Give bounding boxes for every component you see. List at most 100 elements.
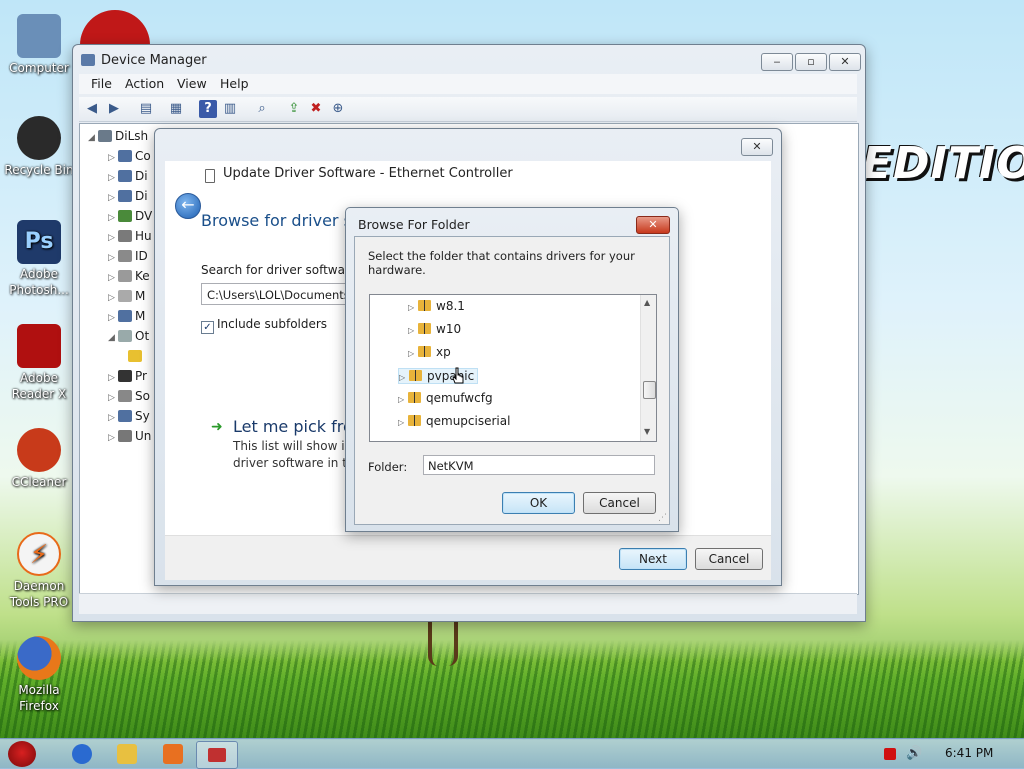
tree-node[interactable]: ▷ M (108, 289, 145, 303)
scroll-down-icon[interactable]: ▼ (644, 427, 650, 436)
menu-action[interactable]: Action (125, 76, 164, 91)
folder-icon (409, 370, 422, 381)
cancel-button[interactable]: Cancel (583, 492, 656, 514)
tree-node[interactable]: ▷ Di (108, 189, 148, 203)
folder-node[interactable]: ▷ w8.1 (408, 299, 465, 313)
expand-arrow-icon[interactable]: ▷ (399, 373, 409, 382)
taskbar: 🔊 6:41 PM (0, 738, 1024, 769)
media-player-icon[interactable] (163, 744, 183, 764)
forward-arrow-icon[interactable]: ▶ (105, 100, 123, 118)
scroll-up-icon[interactable]: ▲ (644, 298, 650, 307)
start-button-icon[interactable] (8, 741, 36, 767)
tree-node[interactable]: ▷ Pr (108, 369, 147, 383)
desktop-icon-photoshop[interactable]: Ps Adobe Photosh... (0, 220, 78, 298)
path-input[interactable]: C:\Users\LOL\Documents (201, 283, 361, 305)
tree-node[interactable]: ▷ Co (108, 149, 151, 163)
desktop-icon-adobe-reader[interactable]: Adobe Reader X (0, 324, 78, 402)
folder-tree[interactable]: ▷ w8.1 ▷ w10 ▷ xp ▷ pvpanic ▷ qemufwcfg ▷ qemu… (369, 294, 657, 442)
expand-arrow-icon[interactable]: ▷ (108, 433, 118, 443)
expand-arrow-icon[interactable]: ▷ (108, 413, 118, 423)
folder-node[interactable]: ▷ w10 (408, 322, 461, 336)
tree-node-label: DV (135, 209, 153, 223)
tree-node[interactable]: ▷ ID (108, 249, 148, 263)
resize-grip-icon[interactable]: ⋰ (658, 513, 667, 523)
tree-node[interactable]: ▷ Di (108, 169, 148, 183)
volume-icon[interactable]: 🔊 (906, 746, 922, 762)
expand-arrow-icon[interactable]: ▷ (408, 326, 418, 335)
green-arrow-icon: ➜ (211, 419, 223, 435)
cancel-button[interactable]: Cancel (695, 548, 763, 570)
menu-help[interactable]: Help (220, 76, 249, 91)
menu-file[interactable]: File (91, 76, 112, 91)
collapse-arrow-icon[interactable]: ◢ (88, 133, 98, 143)
properties-icon[interactable]: ▦ (167, 100, 185, 118)
photoshop-icon: Ps (17, 220, 61, 264)
tree-node-expanded[interactable]: ◢ Ot (108, 329, 149, 343)
expand-arrow-icon[interactable]: ▷ (108, 233, 118, 243)
file-explorer-icon[interactable] (117, 744, 137, 764)
help-icon[interactable]: ? (199, 100, 217, 118)
uninstall-icon[interactable]: ✖ (307, 100, 325, 118)
expand-arrow-icon[interactable]: ▷ (408, 349, 418, 358)
expand-arrow-icon[interactable]: ▷ (108, 273, 118, 283)
tree-node[interactable]: ▷ Hu (108, 229, 152, 243)
expand-arrow-icon[interactable]: ▷ (408, 303, 418, 312)
folder-input[interactable]: NetKVM (423, 455, 655, 475)
collapse-arrow-icon[interactable]: ◢ (108, 333, 118, 343)
desktop-icon-computer[interactable]: Computer (0, 14, 78, 76)
enable-device-icon[interactable]: ⊕ (329, 100, 347, 118)
pick-driver-link[interactable]: Let me pick fro (233, 417, 353, 436)
close-button[interactable]: ✕ (636, 216, 670, 234)
folder-node[interactable]: ▷ qemufwcfg (398, 391, 493, 405)
back-arrow-icon[interactable]: ◀ (83, 100, 101, 118)
scroll-thumb[interactable] (643, 381, 656, 399)
tree-root[interactable]: ◢ DiLsh (88, 129, 148, 143)
internet-explorer-icon[interactable] (72, 744, 92, 764)
tree-node[interactable]: ▷ Sy (108, 409, 150, 423)
tree-node[interactable]: ▷ DV (108, 209, 152, 223)
clock[interactable]: 6:41 PM (945, 746, 994, 760)
show-hide-tree-icon[interactable]: ▤ (137, 100, 155, 118)
folder-node[interactable]: ▷ xp (408, 345, 451, 359)
expand-arrow-icon[interactable]: ▷ (398, 395, 408, 404)
browse-folder-body: Select the folder that contains drivers … (354, 236, 670, 525)
expand-arrow-icon[interactable]: ▷ (108, 193, 118, 203)
ok-button[interactable]: OK (502, 492, 575, 514)
include-subfolders-checkbox[interactable]: ✓ (201, 321, 214, 334)
tree-node-warning[interactable] (128, 349, 145, 363)
wallpaper-logo-text: EDITION (862, 138, 1024, 189)
expand-arrow-icon[interactable]: ▷ (108, 293, 118, 303)
minimize-button[interactable]: ‒ (761, 53, 793, 71)
back-button[interactable]: ← (175, 193, 201, 219)
expand-arrow-icon[interactable]: ▷ (108, 313, 118, 323)
expand-arrow-icon[interactable]: ▷ (108, 393, 118, 403)
scan-hardware-icon[interactable]: ⌕ (253, 100, 271, 118)
folder-node-hover[interactable]: ▷ pvpanic (398, 368, 479, 384)
tree-node[interactable]: ▷ So (108, 389, 150, 403)
desktop-icon-firefox[interactable]: Mozilla Firefox (0, 636, 78, 714)
expand-arrow-icon[interactable]: ▷ (108, 173, 118, 183)
expand-arrow-icon[interactable]: ▷ (108, 373, 118, 383)
tree-node[interactable]: ▷ Ke (108, 269, 150, 283)
next-button[interactable]: Next (619, 548, 687, 570)
folder-node[interactable]: ▷ qemupciserial (398, 414, 510, 428)
maximize-button[interactable]: ▫ (795, 53, 827, 71)
device-manager-task[interactable] (196, 741, 238, 769)
update-driver-icon[interactable]: ⇪ (285, 100, 303, 118)
tray-alert-icon[interactable] (884, 748, 896, 760)
view-icon[interactable]: ▥ (221, 100, 239, 118)
menu-view[interactable]: View (177, 76, 207, 91)
expand-arrow-icon[interactable]: ▷ (398, 418, 408, 427)
include-subfolders-row[interactable]: ✓ Include subfolders (201, 317, 327, 334)
expand-arrow-icon[interactable]: ▷ (108, 213, 118, 223)
close-button[interactable]: ✕ (741, 138, 773, 156)
tree-node[interactable]: ▷ M (108, 309, 145, 323)
tree-node[interactable]: ▷ Un (108, 429, 151, 443)
tree-scrollbar[interactable]: ▲ ▼ (640, 295, 656, 441)
expand-arrow-icon[interactable]: ▷ (108, 153, 118, 163)
expand-arrow-icon[interactable]: ▷ (108, 253, 118, 263)
desktop-icon-recycle-bin[interactable]: Recycle Bin (0, 116, 78, 178)
desktop-icon-ccleaner[interactable]: CCleaner (0, 428, 78, 490)
close-button[interactable]: ✕ (829, 53, 861, 71)
desktop-icon-daemon-tools[interactable]: ⚡ Daemon Tools PRO (0, 532, 78, 610)
